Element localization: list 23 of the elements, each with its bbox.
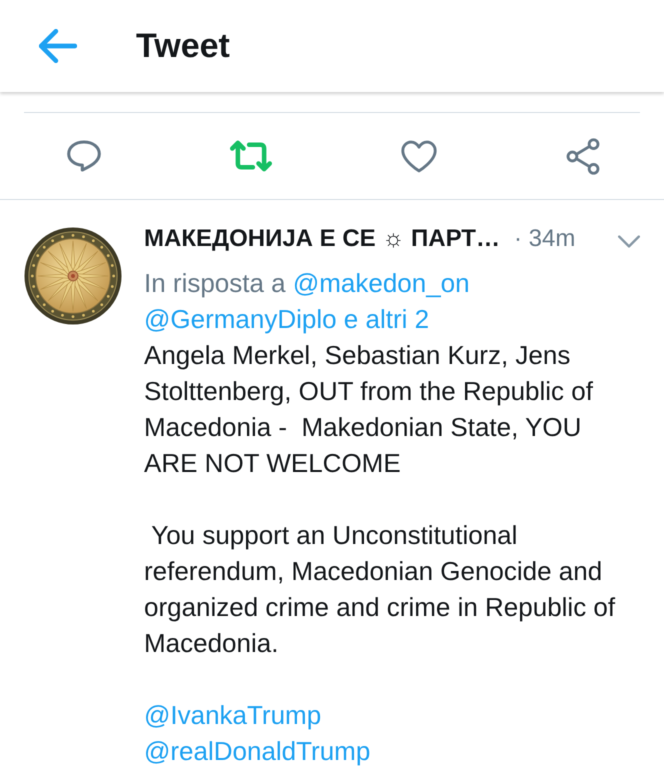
- back-button[interactable]: [39, 29, 77, 63]
- like-button[interactable]: [401, 140, 437, 172]
- back-arrow-icon: [39, 29, 77, 63]
- page-title: Tweet: [136, 26, 230, 66]
- reply-button[interactable]: [67, 140, 101, 172]
- retweet-arrows-icon: [230, 140, 272, 172]
- mention-link[interactable]: @makedon_on: [292, 268, 470, 298]
- author-name: МАКЕДОНИЈА Е СЕ ☼ ПАРТ…: [144, 224, 500, 254]
- mention-link[interactable]: @GermanyDiplo: [144, 304, 337, 334]
- tweet-text: You support an Unconstitutional referendum, Macedonian Genocide and organized crime and crime in Republic of Macedonia.: [144, 519, 616, 660]
- chevron-down-icon: [618, 234, 640, 248]
- mention-link[interactable]: @realDonaldTrump: [144, 733, 370, 769]
- tweet-time: · 34m: [514, 224, 576, 254]
- retweet-button[interactable]: [230, 140, 272, 172]
- heart-icon: [401, 140, 437, 172]
- mention-link[interactable]: @IvankaTrump: [144, 697, 322, 733]
- tweet-menu-button[interactable]: [618, 234, 640, 248]
- speech-bubble-icon: [67, 140, 101, 172]
- tweet-text: Angela Merkel, Sebastian Kurz, Jens Stolttenberg, OUT from the Republic of Macedonia - Makedonian State, YOU ARE NOT WELCOME: [144, 339, 594, 480]
- reply-context: In risposta a @makedon_on @GermanyDiplo e altri 2: [144, 267, 471, 336]
- share-icon: [566, 138, 600, 174]
- mention-link[interactable]: e altri 2: [344, 304, 430, 334]
- share-button[interactable]: [566, 138, 600, 174]
